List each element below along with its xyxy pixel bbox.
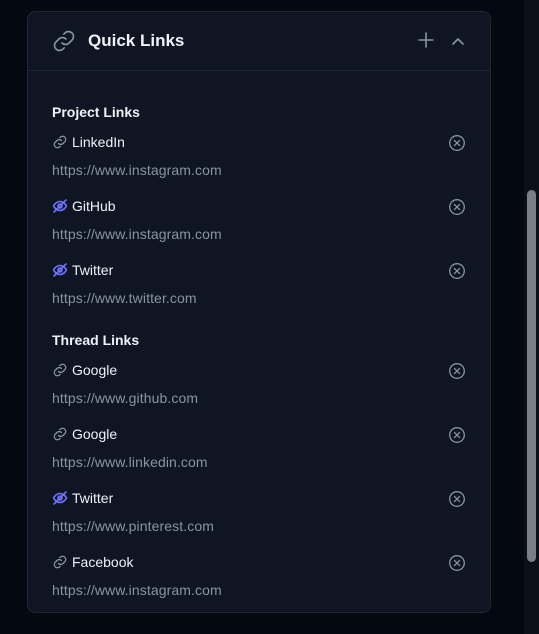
remove-circle-x-icon[interactable] [448,262,466,280]
section-title: Project Links [52,104,140,120]
link-item[interactable]: Twitter https://www.pinterest.com [52,487,472,543]
link-icon [52,362,68,378]
link-url[interactable]: https://www.pinterest.com [52,518,214,534]
link-name: Google [72,362,118,378]
link-icon [52,554,68,570]
plus-icon[interactable] [416,30,436,50]
page: Quick Links Project Links LinkedIn https:… [0,0,539,634]
remove-circle-x-icon[interactable] [448,554,466,572]
panel-header: Quick Links [28,12,490,71]
link-url[interactable]: https://www.instagram.com [52,582,222,598]
eye-off-icon [52,262,68,278]
remove-circle-x-icon[interactable] [448,426,466,444]
remove-circle-x-icon[interactable] [448,490,466,508]
section-title: Thread Links [52,332,140,348]
link-icon [53,30,75,52]
eye-off-icon [52,490,68,506]
link-url[interactable]: https://www.linkedin.com [52,454,208,470]
chevron-up-icon[interactable] [449,33,467,51]
panel-title: Quick Links [88,31,185,50]
link-name: Google [72,426,118,442]
link-url[interactable]: https://www.instagram.com [52,162,222,178]
link-url[interactable]: https://www.twitter.com [52,290,197,306]
link-name: GitHub [72,198,116,214]
remove-circle-x-icon[interactable] [448,134,466,152]
link-url[interactable]: https://www.instagram.com [52,226,222,242]
link-name: Facebook [72,554,134,570]
link-name: Twitter [72,262,114,278]
eye-off-icon [52,198,68,214]
link-url[interactable]: https://www.github.com [52,390,198,406]
link-item[interactable]: Google https://www.linkedin.com [52,423,472,479]
remove-circle-x-icon[interactable] [448,198,466,216]
link-name: LinkedIn [72,134,125,150]
link-icon [52,426,68,442]
link-item[interactable]: Facebook https://www.instagram.com [52,551,472,607]
remove-circle-x-icon[interactable] [448,362,466,380]
link-item[interactable]: GitHub https://www.instagram.com [52,195,472,251]
link-icon [52,134,68,150]
link-item[interactable]: Google https://www.github.com [52,359,472,415]
quick-links-panel: Quick Links Project Links LinkedIn https:… [27,11,491,613]
link-name: Twitter [72,490,114,506]
link-item[interactable]: LinkedIn https://www.instagram.com [52,131,472,187]
scrollbar-thumb[interactable] [527,190,536,562]
link-item[interactable]: Twitter https://www.twitter.com [52,259,472,315]
